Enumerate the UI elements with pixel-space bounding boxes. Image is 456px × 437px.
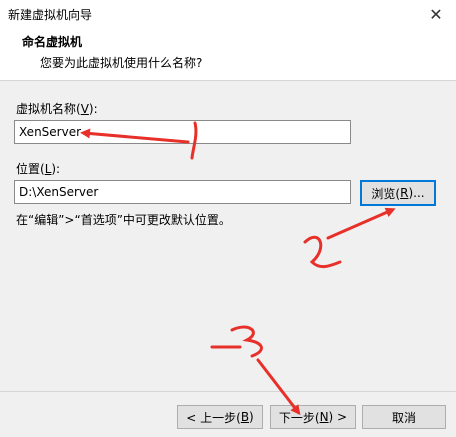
next-button[interactable]: 下一步(N) > bbox=[270, 405, 356, 429]
vm-name-label-text: 虚拟机名称( bbox=[16, 102, 81, 116]
browse-label: 浏览( bbox=[371, 186, 401, 201]
location-input[interactable]: D:\XenServer bbox=[14, 180, 351, 204]
footer: < 上一步(B) 下一步(N) > 取消 bbox=[0, 392, 456, 437]
next-label-suffix: ) > bbox=[328, 410, 348, 424]
location-label: 位置(L): bbox=[16, 160, 60, 177]
back-accesskey: B bbox=[240, 410, 250, 424]
vm-name-input[interactable]: XenServer bbox=[14, 120, 351, 144]
back-label: < 上一步( bbox=[186, 410, 241, 425]
location-hint: 在“编辑”>“首选项”中可更改默认位置。 bbox=[16, 213, 231, 227]
vm-name-label: 虚拟机名称(V): bbox=[16, 100, 98, 117]
next-accesskey: N bbox=[319, 410, 329, 424]
vm-name-label-accesskey: V bbox=[80, 102, 89, 116]
cancel-button[interactable]: 取消 bbox=[362, 405, 446, 429]
vm-name-value: XenServer bbox=[19, 125, 82, 139]
browse-button[interactable]: 浏览(R)... bbox=[360, 180, 436, 206]
wizard-header: 命名虚拟机 您要为此虚拟机使用什么名称? bbox=[0, 28, 456, 81]
next-label: 下一步( bbox=[278, 410, 320, 425]
location-label-text: 位置( bbox=[16, 162, 45, 176]
location-label-suffix: ): bbox=[51, 162, 61, 176]
window-title: 新建虚拟机向导 bbox=[8, 8, 93, 22]
page-subtitle: 您要为此虚拟机使用什么名称? bbox=[40, 56, 203, 70]
title-bar: 新建虚拟机向导 ✕ bbox=[0, 0, 456, 28]
close-icon[interactable]: ✕ bbox=[416, 0, 456, 28]
location-value: D:\XenServer bbox=[19, 185, 99, 199]
browse-label-suffix: )... bbox=[408, 186, 425, 200]
page-title: 命名虚拟机 bbox=[22, 35, 83, 49]
back-button[interactable]: < 上一步(B) bbox=[177, 405, 263, 429]
annotation-arrow-2 bbox=[303, 207, 396, 269]
browse-accesskey: R bbox=[400, 186, 409, 200]
back-label-suffix: ) bbox=[249, 410, 254, 424]
vm-name-label-suffix: ): bbox=[88, 102, 98, 116]
